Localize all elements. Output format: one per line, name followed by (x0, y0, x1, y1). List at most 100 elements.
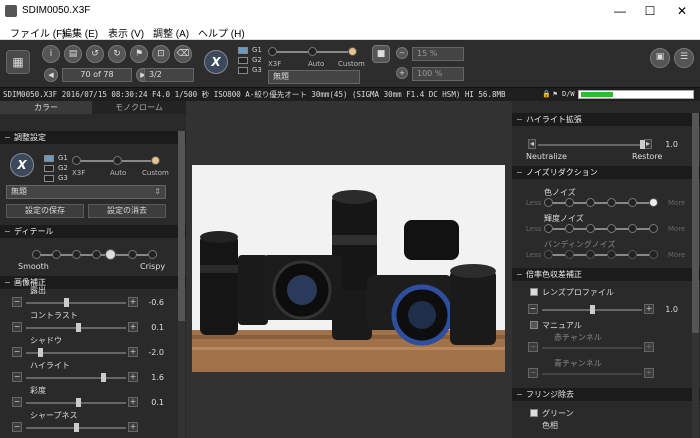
noise-dot[interactable] (607, 198, 616, 207)
right-scroll-thumb[interactable] (692, 113, 699, 333)
detail-dot-selected[interactable] (105, 249, 116, 260)
image-viewer[interactable] (186, 101, 512, 438)
manual-checkbox[interactable] (530, 321, 538, 329)
panel-g1-box[interactable] (44, 155, 54, 162)
slider-thumb[interactable] (75, 398, 81, 407)
mode-x3f-dot[interactable] (268, 47, 277, 56)
detail-dot-4[interactable] (92, 250, 101, 259)
lock-icon[interactable]: ⊡ (152, 45, 170, 63)
slider-thumb[interactable] (100, 373, 106, 382)
red-minus-button[interactable]: − (528, 342, 538, 352)
slider-thumb[interactable] (74, 423, 79, 432)
mode-auto-dot[interactable] (308, 47, 317, 56)
highlight-right-arrow[interactable]: ▸ (644, 139, 652, 149)
g2-box[interactable] (238, 57, 248, 64)
detail-dot-6[interactable] (128, 250, 137, 259)
slider-thumb[interactable] (37, 348, 43, 357)
mode-custom-dot[interactable] (348, 47, 357, 56)
noise-dot[interactable] (628, 250, 637, 259)
slider-plus-button[interactable]: + (128, 297, 138, 307)
lens-profile-checkbox[interactable] (530, 288, 538, 296)
noise-dot[interactable] (649, 250, 658, 259)
noise-dot[interactable] (586, 198, 595, 207)
menu-view[interactable]: 表示 (V) (108, 25, 144, 40)
highlight-expand-header[interactable]: ハイライト拡張 (512, 113, 700, 126)
menu-edit[interactable]: 編集 (E) (62, 25, 98, 40)
noise-dot[interactable] (565, 224, 574, 233)
rotate-left-icon[interactable]: ↺ (86, 45, 104, 63)
red-plus-button[interactable]: + (644, 342, 654, 352)
noise-dot[interactable] (628, 224, 637, 233)
slider-thumb[interactable] (75, 323, 81, 332)
panel-g3-box[interactable] (44, 175, 54, 182)
slider-plus-button[interactable]: + (128, 372, 138, 382)
x3f-mode-icon-panel[interactable]: X (10, 153, 34, 177)
noise-dot[interactable] (565, 198, 574, 207)
highlight-left-arrow[interactable]: ◂ (528, 139, 536, 149)
noise-dot[interactable] (607, 224, 616, 233)
detail-dot-1[interactable] (32, 250, 41, 259)
noise-dot[interactable] (544, 198, 553, 207)
slider-plus-button[interactable]: + (128, 397, 138, 407)
highlight-thumb[interactable] (640, 140, 645, 149)
print-icon[interactable]: ▤ (64, 45, 82, 63)
slider-thumb[interactable] (64, 298, 70, 307)
highlight-track[interactable] (538, 144, 642, 146)
list-icon[interactable]: ☰ (674, 48, 694, 68)
right-scrollbar[interactable] (692, 113, 699, 438)
panel-mode-custom-dot[interactable] (151, 156, 160, 165)
close-button[interactable]: ✕ (667, 2, 697, 20)
info-icon[interactable]: i (42, 45, 60, 63)
slider-minus-button[interactable]: − (12, 322, 22, 332)
fringe-removal-header[interactable]: フリンジ除去 (512, 388, 700, 401)
maximize-button[interactable]: ☐ (635, 2, 665, 20)
slider-minus-button[interactable]: − (12, 422, 22, 432)
left-scroll-thumb[interactable] (178, 131, 185, 321)
chromatic-aberration-header[interactable]: 倍率色収差補正 (512, 268, 700, 281)
thumbnail-view-icon[interactable]: ▦ (6, 50, 30, 74)
menu-file[interactable]: ファイル (F) (10, 25, 66, 40)
panel-mode-x3f-dot[interactable] (72, 156, 81, 165)
slider-minus-button[interactable]: − (12, 347, 22, 357)
blue-plus-button[interactable]: + (644, 368, 654, 378)
slider-plus-button[interactable]: + (128, 347, 138, 357)
lens-minus-button[interactable]: − (528, 304, 538, 314)
noise-dot[interactable] (649, 198, 658, 207)
detail-header[interactable]: ディテール (0, 225, 186, 238)
save-settings-button[interactable]: 設定の保存 (6, 204, 84, 218)
rotate-right-icon[interactable]: ↻ (108, 45, 126, 63)
noise-dot[interactable] (628, 198, 637, 207)
slider-minus-button[interactable]: − (12, 397, 22, 407)
minimize-button[interactable]: — (605, 2, 635, 20)
delete-settings-button[interactable]: 設定の消去 (88, 204, 166, 218)
slider-track[interactable] (26, 302, 126, 304)
zoom-in-icon[interactable]: + (396, 67, 408, 79)
noise-dot[interactable] (544, 250, 553, 259)
adjust-settings-header[interactable]: 調整設定 (0, 131, 186, 144)
noise-reduction-header[interactable]: ノイズリダクション (512, 166, 700, 179)
aspect-ratio-field[interactable]: 3/2 (144, 68, 194, 82)
blue-track[interactable] (542, 373, 642, 375)
panel-g2-box[interactable] (44, 165, 54, 172)
zoom-field-2[interactable]: 100 % (412, 67, 464, 81)
detail-dot-3[interactable] (72, 250, 81, 259)
g3-box[interactable] (238, 67, 248, 74)
stop-icon[interactable]: ■ (372, 45, 390, 63)
tab-monochrome[interactable]: モノクローム (92, 101, 186, 114)
noise-dot[interactable] (565, 250, 574, 259)
noise-dot[interactable] (586, 224, 595, 233)
preset-select[interactable]: 無題 (268, 70, 360, 84)
slider-plus-button[interactable]: + (128, 322, 138, 332)
noise-dot[interactable] (607, 250, 616, 259)
left-scrollbar[interactable] (178, 131, 185, 438)
red-track[interactable] (542, 347, 642, 349)
detail-dot-7[interactable] (148, 250, 157, 259)
menu-adjust[interactable]: 調整 (A) (153, 25, 189, 40)
noise-dot[interactable] (649, 224, 658, 233)
tab-color[interactable]: カラー (0, 101, 92, 114)
noise-dot[interactable] (544, 224, 553, 233)
detail-dot-2[interactable] (52, 250, 61, 259)
slider-minus-button[interactable]: − (12, 372, 22, 382)
slider-track[interactable] (26, 377, 126, 379)
gallery-icon[interactable]: ▣ (650, 48, 670, 68)
